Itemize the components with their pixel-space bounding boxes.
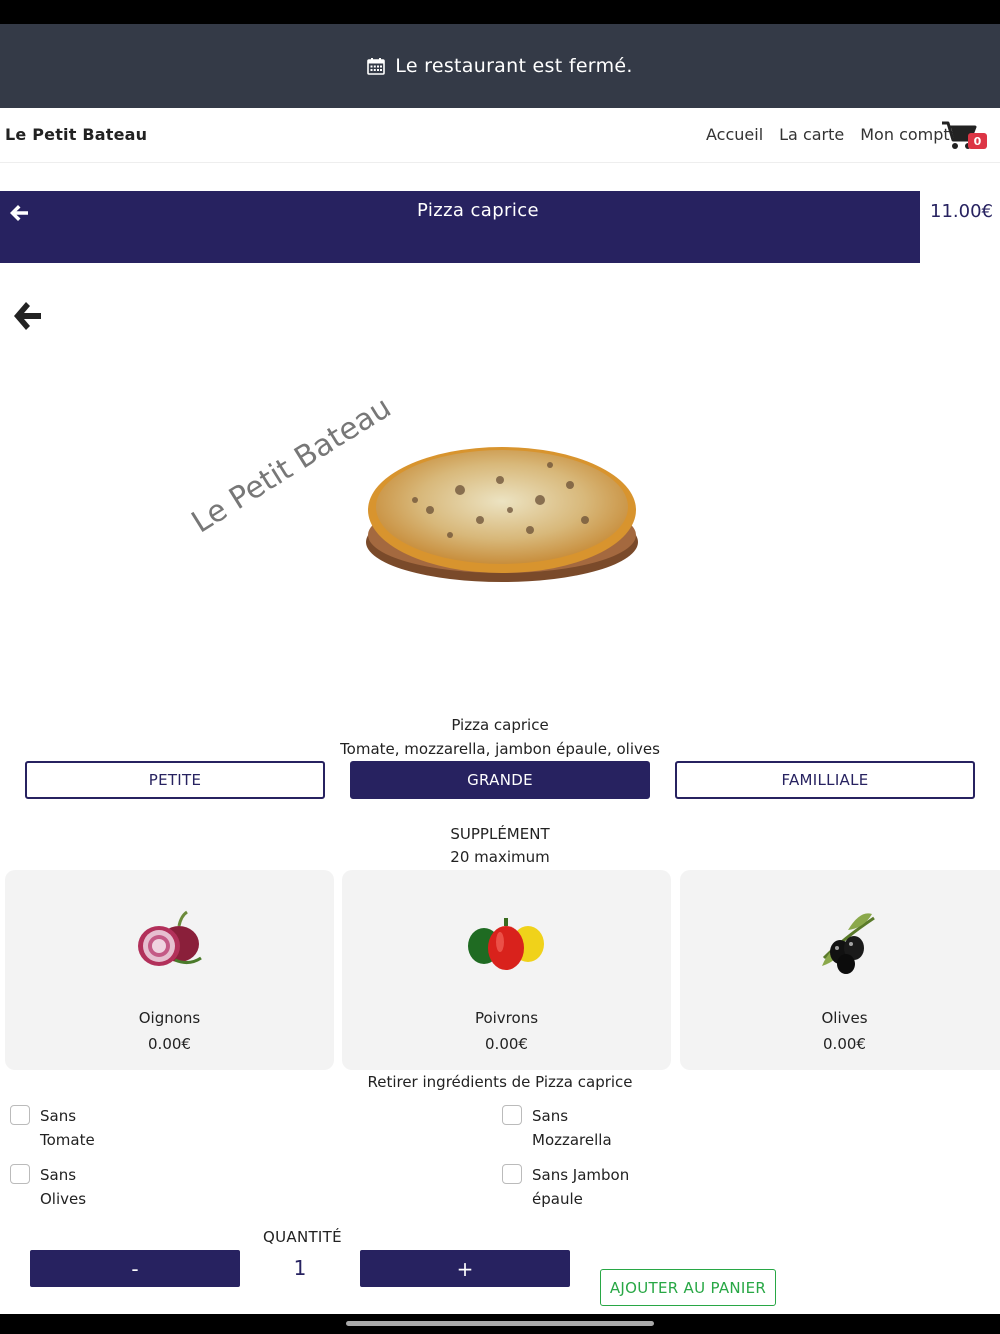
olive-icon	[822, 913, 875, 974]
nav-link-la-carte[interactable]: La carte	[779, 125, 844, 144]
onion-icon	[138, 910, 202, 966]
remove-label-mozzarella: Sans Mozzarella	[532, 1104, 612, 1152]
supplement-price: 0.00€	[148, 1035, 191, 1053]
remove-label-line1: Sans	[40, 1107, 77, 1125]
remove-checkbox-tomate[interactable]	[10, 1105, 30, 1125]
size-button-familliale[interactable]: FAMILLIALE	[675, 761, 975, 799]
supplement-card-olives[interactable]: Olives 0.00€	[680, 870, 1000, 1070]
status-bar	[0, 0, 1000, 24]
product-ingredients: Tomate, mozzarella, jambon épaule, olive…	[340, 740, 660, 758]
size-button-grande[interactable]: GRANDE	[350, 761, 650, 799]
supplement-title: SUPPLÉMENT	[450, 825, 550, 843]
supplement-price: 0.00€	[485, 1035, 528, 1053]
back-arrow-icon[interactable]	[13, 300, 43, 332]
remove-label-olives: Sans Olives	[40, 1163, 86, 1211]
navbar: Le Petit Bateau Accueil La carte Mon com…	[0, 108, 1000, 163]
remove-checkbox-mozzarella[interactable]	[502, 1105, 522, 1125]
pepper-icon	[468, 918, 544, 970]
size-button-petite[interactable]: PETITE	[25, 761, 325, 799]
brand-logo[interactable]: Le Petit Bateau	[5, 125, 147, 144]
supplement-card-oignons[interactable]: Oignons 0.00€	[5, 870, 334, 1070]
nav-link-accueil[interactable]: Accueil	[706, 125, 763, 144]
quantity-value: 1	[293, 1256, 307, 1280]
remove-label-tomate: Sans Tomate	[40, 1104, 95, 1152]
remove-label-line2: Mozzarella	[532, 1131, 612, 1149]
supplement-name: Oignons	[138, 1009, 201, 1027]
supplement-card-poivrons[interactable]: Poivrons 0.00€	[342, 870, 671, 1070]
quantity-decrease-button[interactable]: -	[30, 1250, 240, 1287]
remove-checkbox-olives[interactable]	[10, 1164, 30, 1184]
remove-label-line2: épaule	[532, 1190, 583, 1208]
nav-links: Accueil La carte Mon compte	[706, 125, 960, 144]
product-price: 11.00€	[930, 201, 993, 222]
remove-label-line1: Sans	[532, 1107, 569, 1125]
supplement-name: Olives	[821, 1009, 868, 1027]
pizza-image	[366, 447, 638, 582]
quantity-label: QUANTITÉ	[263, 1228, 342, 1246]
closed-banner: Le restaurant est fermé.	[0, 24, 1000, 108]
closed-banner-text: Le restaurant est fermé.	[395, 55, 633, 77]
remove-label-line2: Tomate	[40, 1131, 95, 1149]
supplement-price: 0.00€	[823, 1035, 866, 1053]
supplement-subtitle: 20 maximum	[450, 848, 550, 866]
quantity-increase-button[interactable]: +	[360, 1250, 570, 1287]
remove-checkbox-jambon-epaule[interactable]	[502, 1164, 522, 1184]
remove-label-jambon-epaule: Sans Jambon épaule	[532, 1163, 629, 1211]
remove-label-line1: Sans	[40, 1166, 77, 1184]
remove-label-line1: Sans Jambon	[532, 1166, 630, 1184]
add-to-cart-button[interactable]: AJOUTER AU PANIER	[600, 1269, 776, 1306]
product-title: Pizza caprice	[416, 200, 540, 221]
supplement-name: Poivrons	[474, 1009, 539, 1027]
home-indicator[interactable]	[346, 1321, 654, 1326]
calendar-icon	[367, 58, 386, 75]
product-name: Pizza caprice	[451, 716, 549, 734]
remove-label-line2: Olives	[40, 1190, 87, 1208]
cart-count-badge: 0	[968, 133, 987, 149]
remove-ingredients-title: Retirer ingrédients de Pizza caprice	[367, 1073, 633, 1091]
